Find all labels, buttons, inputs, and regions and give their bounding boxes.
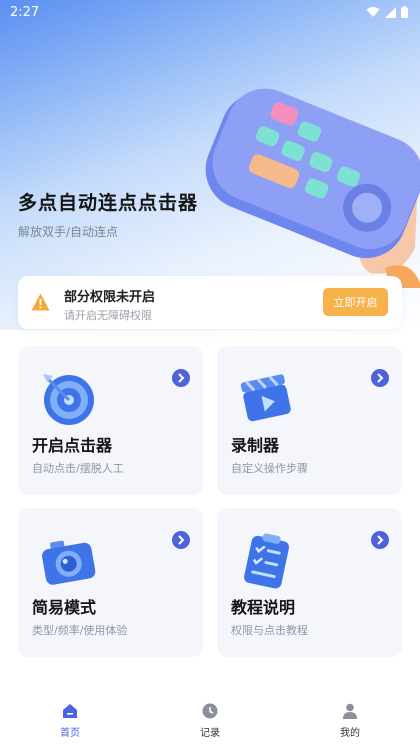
card-subtitle: 权限与点击教程: [231, 624, 308, 637]
camera-icon: [42, 540, 96, 585]
clock-icon: [202, 703, 218, 719]
target-icon: [43, 374, 94, 425]
nav-item-records[interactable]: 记录: [140, 690, 280, 747]
home-icon: [63, 704, 77, 718]
chevron-right-icon: [172, 369, 190, 387]
signal-icon: [385, 6, 396, 18]
card-title: 教程说明: [231, 598, 296, 617]
card-subtitle: 自定义操作步骤: [231, 462, 308, 475]
card-title: 开启点击器: [32, 436, 113, 455]
nav-item-home[interactable]: 首页: [0, 690, 140, 747]
feature-card-clicker[interactable]: 开启点击器 自动点击/摆脱人工: [18, 346, 203, 495]
chevron-right-icon: [371, 369, 389, 387]
status-bar: 2:27: [0, 0, 420, 24]
card-title: 录制器: [231, 436, 280, 455]
permission-notice: 部分权限未开启 请开启无障碍权限 立即开启: [18, 276, 402, 329]
nav-label: 首页: [60, 728, 80, 739]
feature-card-tutorial[interactable]: 教程说明 权限与点击教程: [217, 508, 402, 657]
warning-icon: [31, 293, 50, 311]
nav-label: 记录: [200, 728, 220, 739]
wifi-icon: [366, 7, 380, 17]
bottom-navigation: 首页 记录 我的: [0, 690, 420, 747]
enable-permission-button[interactable]: 立即开启: [323, 288, 388, 316]
card-subtitle: 类型/频率/使用体验: [32, 624, 128, 637]
notice-subtitle: 请开启无障碍权限: [64, 309, 152, 322]
feature-card-simple-mode[interactable]: 简易模式 类型/频率/使用体验: [18, 508, 203, 657]
app-subtitle: 解放双手/自动连点: [18, 225, 119, 239]
card-title: 简易模式: [32, 598, 97, 617]
nav-item-profile[interactable]: 我的: [280, 690, 420, 747]
battery-icon: [401, 6, 408, 18]
card-subtitle: 自动点击/摆脱人工: [32, 462, 124, 475]
checklist-icon: [244, 533, 290, 589]
notice-title: 部分权限未开启: [64, 290, 156, 305]
chevron-right-icon: [371, 531, 389, 549]
chevron-right-icon: [172, 531, 190, 549]
clapperboard-icon: [240, 374, 291, 422]
person-icon: [343, 703, 357, 719]
status-time: 2:27: [10, 4, 40, 20]
feature-card-recorder[interactable]: 录制器 自定义操作步骤: [217, 346, 402, 495]
app-title: 多点自动连点点击器: [18, 192, 199, 214]
nav-label: 我的: [340, 728, 360, 739]
remote-control-illustration: [205, 88, 420, 288]
